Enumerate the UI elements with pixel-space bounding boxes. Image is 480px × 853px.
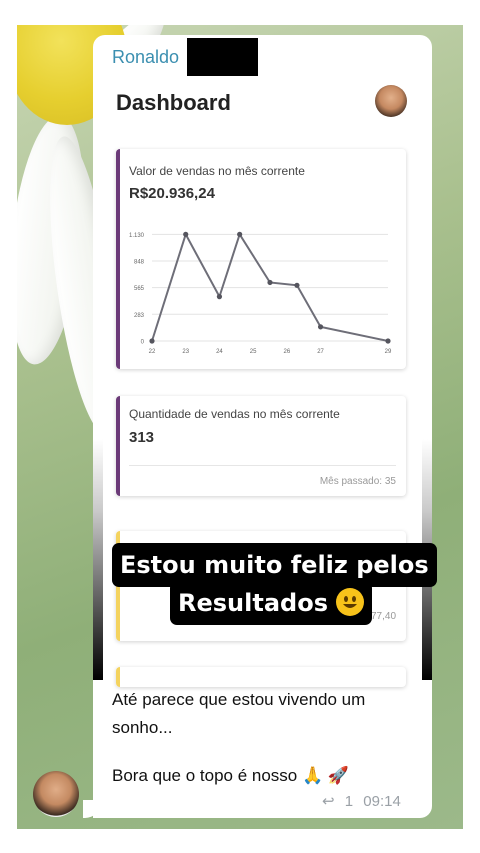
chart-data-point bbox=[267, 279, 273, 286]
card-accent-bar bbox=[116, 667, 120, 687]
sticker-line-2: Resultados bbox=[170, 581, 373, 625]
chart-x-tick-label: 25 bbox=[250, 349, 257, 355]
chart-data-point bbox=[216, 294, 223, 300]
chart-data-point bbox=[237, 231, 243, 237]
chart-data-point bbox=[183, 231, 189, 237]
message-meta: ↩ 1 09:14 bbox=[322, 792, 407, 810]
chart-x-tick-label: 26 bbox=[284, 349, 291, 355]
chart-data-point bbox=[385, 338, 391, 344]
sticker-line-2-text: Resultados bbox=[178, 589, 328, 617]
chart-y-tick-label: 565 bbox=[134, 286, 145, 292]
card-accent-bar bbox=[116, 149, 120, 369]
sales-count-label: Quantidade de vendas no mês corrente bbox=[129, 407, 340, 421]
sender-avatar[interactable] bbox=[33, 771, 79, 817]
sales-value-label: Valor de vendas no mês corrente bbox=[129, 164, 305, 178]
rocket-icon: 🚀 bbox=[327, 766, 350, 785]
chart-y-tick-label: 0 bbox=[141, 340, 145, 346]
chart-x-tick-label: 27 bbox=[317, 349, 324, 355]
reply-count[interactable]: 1 bbox=[345, 793, 353, 810]
message-text-line-3: Bora que o topo é nosso 🙏 🚀 bbox=[112, 766, 349, 786]
dashboard-title: Dashboard bbox=[116, 90, 231, 115]
chart-x-tick-label: 22 bbox=[149, 349, 156, 355]
chart-data-point bbox=[149, 338, 155, 344]
sales-value-amount: R$20.936,24 bbox=[129, 185, 215, 202]
message-time: 09:14 bbox=[363, 793, 401, 810]
smile-face-drawing bbox=[343, 596, 358, 608]
card-accent-bar bbox=[116, 396, 120, 496]
sales-count-card: Quantidade de vendas no mês corrente 313… bbox=[116, 396, 406, 496]
sales-count-value: 313 bbox=[129, 429, 155, 446]
reply-arrow-icon[interactable]: ↩ bbox=[322, 793, 335, 810]
chart-x-tick-label: 23 bbox=[182, 349, 189, 355]
smiling-face-icon bbox=[336, 588, 365, 616]
sales-line-chart: 0 283 565 848 1.130 22 23 24 25 26 27 29 bbox=[129, 231, 392, 355]
chart-data-point bbox=[317, 324, 324, 330]
folded-hands-icon: 🙏 bbox=[301, 766, 324, 785]
sales-count-previous: Mês passado: 35 bbox=[319, 476, 396, 487]
chart-x-tick-label: 29 bbox=[385, 349, 392, 355]
chart-y-tick-label: 1.130 bbox=[129, 233, 145, 239]
chart-x-tick-label: 24 bbox=[216, 349, 223, 355]
message-text-line-1: Até parece que estou vivendo um bbox=[112, 690, 366, 709]
chart-y-tick-label: 283 bbox=[134, 313, 145, 319]
dashboard-avatar bbox=[375, 85, 407, 117]
message-text-line-3-text: Bora que o topo é nosso bbox=[112, 766, 298, 785]
message-text-line-2: sonho... bbox=[112, 718, 173, 737]
redaction-box bbox=[187, 38, 258, 76]
fourth-card bbox=[116, 667, 406, 687]
chart-data-point bbox=[294, 282, 300, 288]
chart-y-tick-label: 848 bbox=[134, 259, 145, 265]
sender-name[interactable]: Ronaldo bbox=[112, 47, 179, 68]
text-sticker: Estou muito feliz pelos Resultados bbox=[112, 543, 437, 625]
card-divider bbox=[129, 465, 396, 466]
